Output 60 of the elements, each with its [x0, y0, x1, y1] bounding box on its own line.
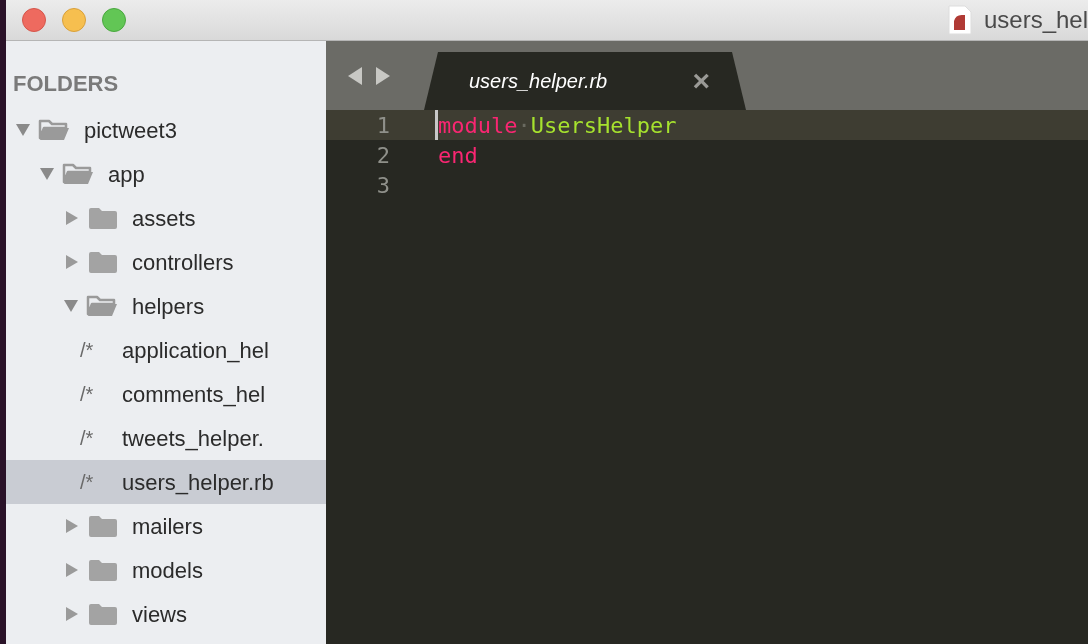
- folder-name: views: [132, 600, 187, 629]
- file-type-icon: /*: [80, 335, 122, 365]
- tree-item[interactable]: mailers: [6, 504, 326, 548]
- collapse-arrow-icon[interactable]: [16, 124, 30, 136]
- tree-item[interactable]: /* comments_hel: [6, 372, 326, 416]
- folder-name: app: [108, 160, 145, 189]
- zoom-button[interactable]: [102, 8, 126, 32]
- file-name: users_helper.rb: [122, 468, 274, 497]
- expand-arrow-icon[interactable]: [66, 607, 78, 621]
- file-icon: [947, 5, 972, 35]
- window-title: users_hel: [983, 5, 1088, 35]
- tree-item[interactable]: assets: [6, 196, 326, 240]
- line-number: 2: [375, 141, 390, 170]
- tree-item[interactable]: models: [6, 548, 326, 592]
- file-name: tweets_helper.: [122, 424, 264, 453]
- folder-name: models: [132, 556, 203, 585]
- collapse-arrow-icon[interactable]: [64, 300, 78, 312]
- tree-item[interactable]: controllers: [6, 240, 326, 284]
- file-type-icon: /*: [80, 423, 122, 453]
- tree-item[interactable]: helpers: [6, 284, 326, 328]
- text-cursor: [435, 110, 438, 140]
- file-name: application_hel: [122, 336, 269, 365]
- tree-item[interactable]: /* users_helper.rb: [6, 460, 326, 504]
- forward-icon[interactable]: [376, 67, 390, 85]
- folder-name: mailers: [132, 512, 203, 541]
- expand-arrow-icon[interactable]: [66, 211, 78, 225]
- open-folder-icon: [86, 294, 118, 318]
- line-number: 3: [375, 171, 390, 200]
- open-folder-icon: [38, 118, 70, 142]
- code-line: end: [438, 141, 478, 170]
- folder-icon: [88, 514, 118, 538]
- folder-name: assets: [132, 204, 196, 233]
- folder-icon: [88, 250, 118, 274]
- tree-item[interactable]: /* tweets_helper.: [6, 416, 326, 460]
- folder-name: pictweet3: [84, 116, 177, 145]
- folder-icon: [88, 206, 118, 230]
- collapse-arrow-icon[interactable]: [40, 168, 54, 180]
- sidebar-heading: FOLDERS: [12, 70, 120, 98]
- expand-arrow-icon[interactable]: [66, 255, 78, 269]
- file-type-icon: /*: [80, 379, 122, 409]
- minimize-button[interactable]: [62, 8, 86, 32]
- folder-icon: [88, 558, 118, 582]
- folder-icon: [88, 602, 118, 626]
- expand-arrow-icon[interactable]: [66, 563, 78, 577]
- folder-name: helpers: [132, 292, 205, 321]
- tree-item[interactable]: app: [6, 152, 326, 196]
- close-button[interactable]: [22, 8, 46, 32]
- file-type-icon: /*: [80, 467, 122, 497]
- tree-item[interactable]: /* application_hel: [6, 328, 326, 372]
- editor-tab[interactable]: users_helper.rb ×: [424, 52, 746, 110]
- close-tab-button[interactable]: ×: [692, 66, 710, 96]
- line-number: 1: [375, 111, 390, 140]
- expand-arrow-icon[interactable]: [66, 519, 78, 533]
- folder-name: controllers: [132, 248, 234, 277]
- open-folder-icon: [62, 162, 94, 186]
- back-icon[interactable]: [348, 67, 362, 85]
- tree-item[interactable]: views: [6, 592, 326, 636]
- file-name: comments_hel: [122, 380, 266, 409]
- code-line: module·UsersHelper: [438, 111, 677, 140]
- tree-item[interactable]: pictweet3: [6, 108, 326, 152]
